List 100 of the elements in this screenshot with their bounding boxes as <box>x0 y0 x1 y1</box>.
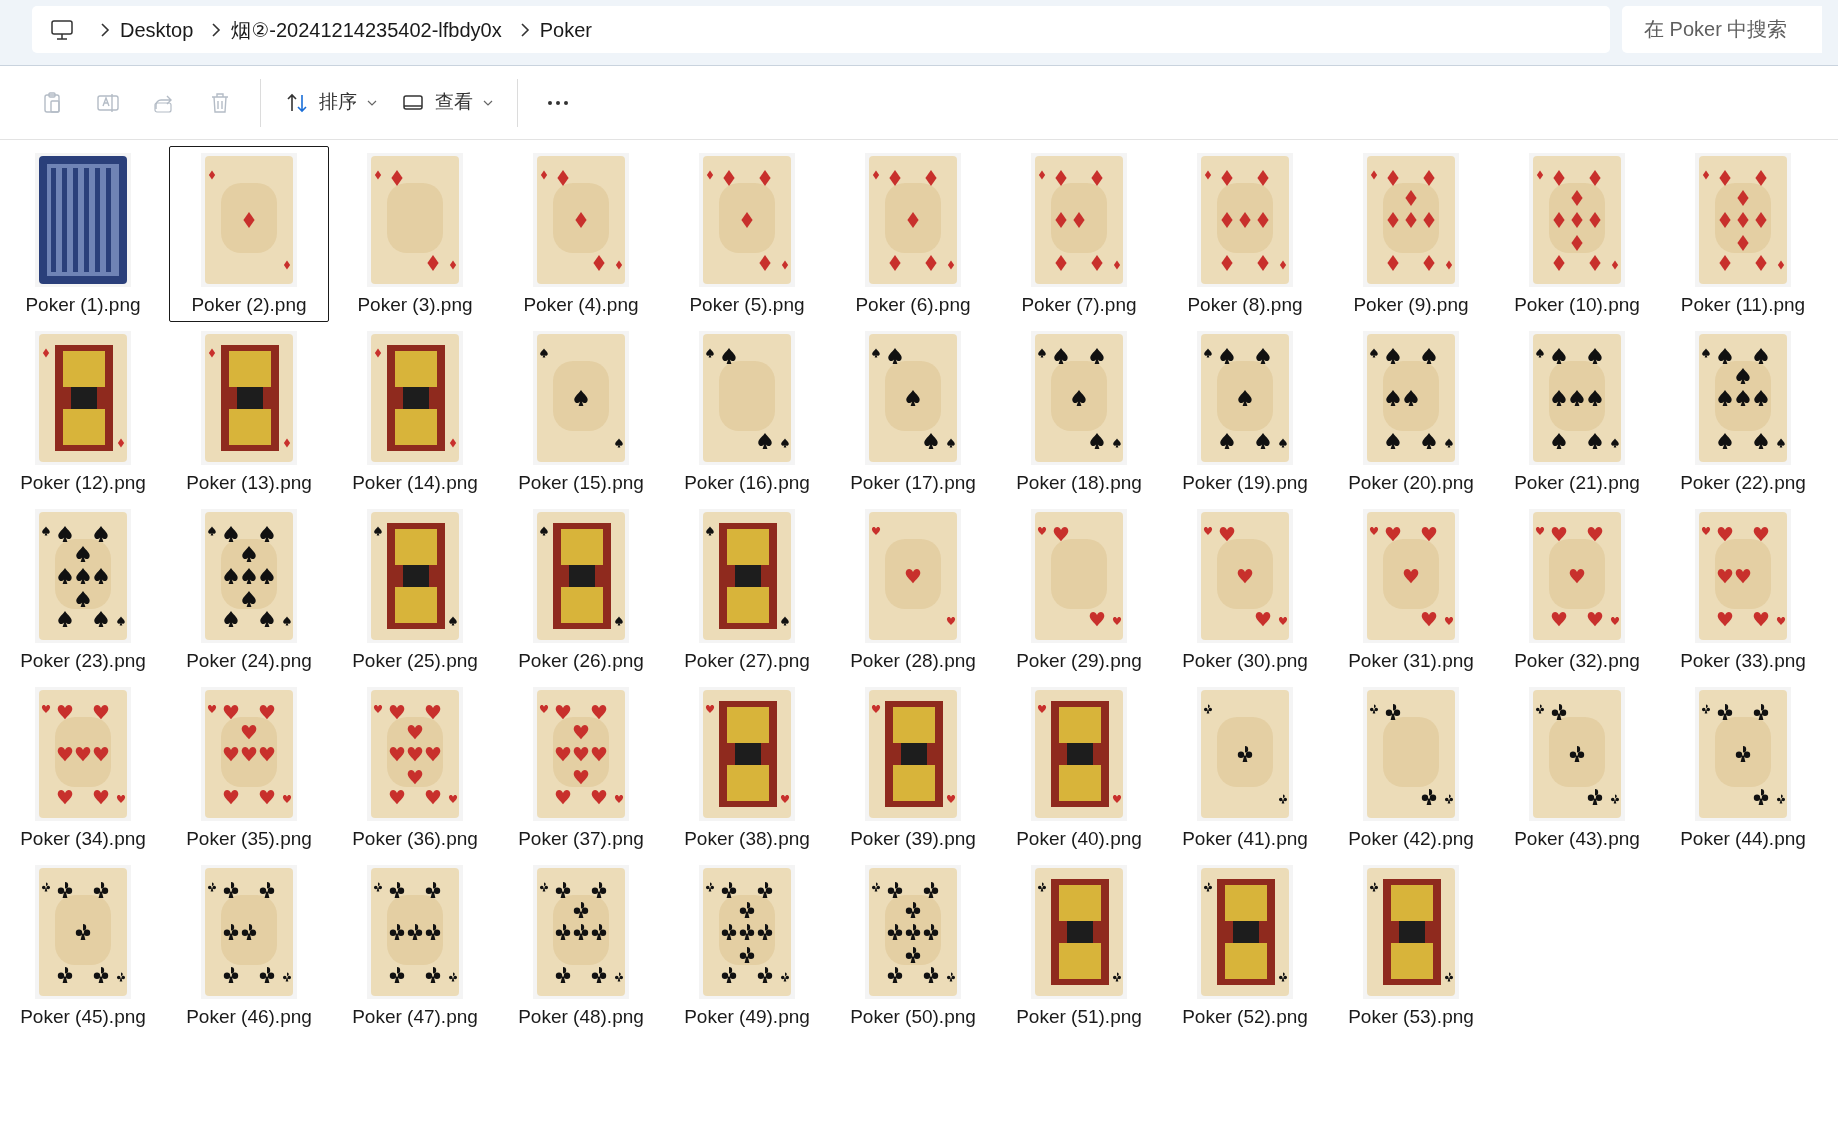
file-item[interactable]: Poker (32).png <box>1497 502 1657 678</box>
file-name: Poker (37).png <box>518 827 644 851</box>
file-name: Poker (41).png <box>1182 827 1308 851</box>
file-name: Poker (40).png <box>1016 827 1142 851</box>
file-item[interactable]: Poker (37).png <box>501 680 661 856</box>
file-name: Poker (5).png <box>689 293 805 317</box>
file-item[interactable]: Poker (1).png <box>3 146 163 322</box>
file-item[interactable]: Poker (33).png <box>1663 502 1823 678</box>
file-name: Poker (42).png <box>1348 827 1474 851</box>
file-item[interactable]: Poker (22).png <box>1663 324 1823 500</box>
file-item[interactable]: Poker (4).png <box>501 146 661 322</box>
file-item[interactable]: Poker (20).png <box>1331 324 1491 500</box>
search-field[interactable]: 在 Poker 中搜索 <box>1622 6 1822 53</box>
file-name: Poker (47).png <box>352 1005 478 1029</box>
file-item[interactable]: Poker (23).png <box>3 502 163 678</box>
file-item[interactable]: Poker (26).png <box>501 502 661 678</box>
file-name: Poker (36).png <box>352 827 478 851</box>
file-name: Poker (19).png <box>1182 471 1308 495</box>
file-name: Poker (7).png <box>1021 293 1137 317</box>
file-item[interactable]: Poker (40).png <box>999 680 1159 856</box>
file-name: Poker (25).png <box>352 649 478 673</box>
file-name: Poker (18).png <box>1016 471 1142 495</box>
file-name: Poker (16).png <box>684 471 810 495</box>
file-item[interactable]: Poker (11).png <box>1663 146 1823 322</box>
breadcrumb-item[interactable]: 烟②-20241214235402-lfbdy0x <box>221 14 512 45</box>
file-item[interactable]: Poker (48).png <box>501 858 661 1034</box>
file-name: Poker (35).png <box>186 827 312 851</box>
file-item[interactable]: Poker (10).png <box>1497 146 1657 322</box>
file-item[interactable]: Poker (42).png <box>1331 680 1491 856</box>
file-item[interactable]: Poker (3).png <box>335 146 495 322</box>
file-item[interactable]: Poker (8).png <box>1165 146 1325 322</box>
file-name: Poker (23).png <box>20 649 146 673</box>
file-name: Poker (50).png <box>850 1005 976 1029</box>
breadcrumb-item[interactable]: Desktop <box>110 14 204 45</box>
sort-button[interactable]: 排序 <box>273 78 389 127</box>
file-item[interactable]: Poker (41).png <box>1165 680 1325 856</box>
file-item[interactable]: Poker (34).png <box>3 680 163 856</box>
file-item[interactable]: Poker (35).png <box>169 680 329 856</box>
file-name: Poker (30).png <box>1182 649 1308 673</box>
file-name: Poker (34).png <box>20 827 146 851</box>
file-item[interactable]: Poker (19).png <box>1165 324 1325 500</box>
file-item[interactable]: Poker (47).png <box>335 858 495 1034</box>
file-item[interactable]: Poker (29).png <box>999 502 1159 678</box>
file-name: Poker (38).png <box>684 827 810 851</box>
file-item[interactable]: Poker (27).png <box>667 502 827 678</box>
file-item[interactable]: Poker (43).png <box>1497 680 1657 856</box>
file-item[interactable]: Poker (24).png <box>169 502 329 678</box>
file-item[interactable]: Poker (49).png <box>667 858 827 1034</box>
file-name: Poker (22).png <box>1680 471 1806 495</box>
file-item[interactable]: Poker (45).png <box>3 858 163 1034</box>
computer-icon[interactable] <box>50 18 74 41</box>
view-button[interactable]: 查看 <box>389 78 505 127</box>
file-item[interactable]: Poker (5).png <box>667 146 827 322</box>
chevron-icon <box>211 21 222 38</box>
file-name: Poker (13).png <box>186 471 312 495</box>
file-item[interactable]: Poker (2).png <box>169 146 329 322</box>
file-item[interactable]: Poker (31).png <box>1331 502 1491 678</box>
file-name: Poker (39).png <box>850 827 976 851</box>
file-item[interactable]: Poker (17).png <box>833 324 993 500</box>
file-item[interactable]: Poker (38).png <box>667 680 827 856</box>
more-icon <box>546 99 570 106</box>
breadcrumb-item[interactable]: Poker <box>529 14 602 45</box>
file-name: Poker (26).png <box>518 649 644 673</box>
file-name: Poker (31).png <box>1348 649 1474 673</box>
caret-icon <box>483 98 493 107</box>
file-name: Poker (44).png <box>1680 827 1806 851</box>
file-item[interactable]: Poker (30).png <box>1165 502 1325 678</box>
caret-icon <box>367 98 377 107</box>
file-item[interactable]: Poker (6).png <box>833 146 993 322</box>
file-name: Poker (3).png <box>357 293 473 317</box>
file-item[interactable]: Poker (16).png <box>667 324 827 500</box>
file-item[interactable]: Poker (44).png <box>1663 680 1823 856</box>
file-item[interactable]: Poker (28).png <box>833 502 993 678</box>
file-name: Poker (17).png <box>850 471 976 495</box>
chevron-icon <box>519 21 530 38</box>
file-item[interactable]: Poker (7).png <box>999 146 1159 322</box>
file-item[interactable]: Poker (46).png <box>169 858 329 1034</box>
file-name: Poker (43).png <box>1514 827 1640 851</box>
file-name: Poker (48).png <box>518 1005 644 1029</box>
file-item[interactable]: Poker (18).png <box>999 324 1159 500</box>
file-name: Poker (12).png <box>20 471 146 495</box>
file-name: Poker (24).png <box>186 649 312 673</box>
file-item[interactable]: Poker (9).png <box>1331 146 1491 322</box>
file-item[interactable]: Poker (12).png <box>3 324 163 500</box>
file-item[interactable]: Poker (25).png <box>335 502 495 678</box>
file-item[interactable]: Poker (53).png <box>1331 858 1491 1034</box>
file-item[interactable]: Poker (51).png <box>999 858 1159 1034</box>
file-item[interactable]: Poker (14).png <box>335 324 495 500</box>
file-name: Poker (20).png <box>1348 471 1474 495</box>
file-item[interactable]: Poker (13).png <box>169 324 329 500</box>
file-item[interactable]: Poker (52).png <box>1165 858 1325 1034</box>
file-item[interactable]: Poker (50).png <box>833 858 993 1034</box>
file-name: Poker (15).png <box>518 471 644 495</box>
file-item[interactable]: Poker (36).png <box>335 680 495 856</box>
file-item[interactable]: Poker (21).png <box>1497 324 1657 500</box>
file-name: Poker (8).png <box>1187 293 1303 317</box>
file-name: Poker (53).png <box>1348 1005 1474 1029</box>
file-item[interactable]: Poker (15).png <box>501 324 661 500</box>
file-item[interactable]: Poker (39).png <box>833 680 993 856</box>
file-name: Poker (46).png <box>186 1005 312 1029</box>
